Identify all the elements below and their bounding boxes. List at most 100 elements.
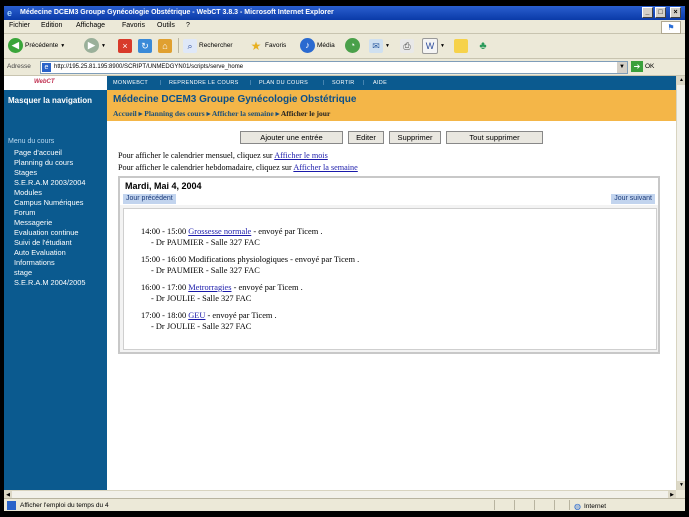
delete-all-button[interactable]: Tout supprimer [446,131,543,144]
zone-label: Internet [583,503,607,510]
vertical-scrollbar[interactable]: ▲ ▼ [676,76,685,490]
browser-window: e Médecine DCEM3 Groupe Gynécologie Obst… [4,6,685,511]
event-title-link[interactable]: GEU [188,311,205,320]
nav-monwebct[interactable]: MONWEBCT [113,80,148,86]
event-detail: - Dr JOULIE - Salle 327 FAC [151,294,252,303]
breadcrumb-semaine[interactable]: Afficher la semaine [212,109,274,118]
print-button[interactable]: ⎙ [400,37,414,54]
menu-affichage[interactable]: Affichage [76,22,105,29]
sidebar-item-informations[interactable]: Informations [14,258,55,267]
search-button[interactable]: ⌕ Rechercher [183,37,233,54]
menu-edition[interactable]: Edition [41,22,62,29]
sidebar-item-suivi[interactable]: Suivi de l'étudiant [14,238,72,247]
ie-logo-icon: e [7,8,13,18]
edit-button[interactable]: Editer [348,131,384,144]
window-controls: _ □ × [642,7,681,18]
discuss-button[interactable] [454,37,468,54]
sidebar-item-planning[interactable]: Planning du cours [14,158,73,167]
menu-outils[interactable]: Outils [157,22,175,29]
forward-dropdown-icon: ▼ [101,42,106,49]
event-sender: - envoyé par Ticem . [251,227,323,236]
add-entry-button[interactable]: Ajouter une entrée [240,131,343,144]
sidebar-item-modules[interactable]: Modules [14,188,42,197]
month-view-text: Pour afficher le calendrier mensuel, cli… [118,151,275,160]
messenger-button[interactable]: ♣ [476,37,490,54]
nav-reprendre[interactable]: REPRENDRE LE COURS [169,80,239,86]
go-arrow-icon: ➔ [631,61,643,72]
sidebar-item-forum[interactable]: Forum [14,208,35,217]
sidebar-item-seram-2004[interactable]: S.E.R.A.M 2004/2005 [14,278,86,287]
sidebar-item-stage[interactable]: stage [14,268,32,277]
nav-separator: | [160,80,162,86]
course-title: Médecine DCEM3 Groupe Gynécologie Obstét… [113,94,357,105]
delete-button[interactable]: Supprimer [389,131,441,144]
forward-button[interactable]: ▶ ▼ [84,37,106,54]
sidebar-item-evaluation[interactable]: Evaluation continue [14,228,79,237]
mail-button[interactable]: ✉ ▼ [369,37,390,54]
sidebar-item-messagerie[interactable]: Messagerie [14,218,52,227]
favorites-star-icon: ★ [250,38,262,53]
menu-favoris[interactable]: Favoris [122,22,145,29]
sidebar-item-home[interactable]: Page d'accueil [14,148,62,157]
refresh-button[interactable]: ↻ [138,37,152,54]
minimize-button[interactable]: _ [642,7,653,18]
go-button[interactable]: ➔ OK [631,61,654,72]
mail-dropdown-icon: ▼ [385,42,390,49]
breadcrumb-current: Afficher le jour [280,109,331,118]
nav-separator: | [363,80,365,86]
previous-day-button[interactable]: Jour précédent [123,194,176,204]
next-day-button[interactable]: Jour suivant [611,194,655,204]
stop-button[interactable]: × [118,37,132,54]
event-detail: - Dr PAUMIER - Salle 327 FAC [151,238,260,247]
close-button[interactable]: × [670,7,681,18]
history-icon: ◔ [345,38,360,53]
home-button[interactable]: ⌂ [158,37,172,54]
menu-fichier[interactable]: Fichier [9,22,30,29]
history-button[interactable]: ◔ [345,37,360,54]
top-navigation: MONWEBCT | REPRENDRE LE COURS | PLAN DU … [107,76,676,90]
home-icon: ⌂ [158,38,172,53]
windows-logo-icon: ⚑ [661,21,681,34]
favorites-button[interactable]: ★ Favoris [249,37,287,54]
show-month-link[interactable]: Afficher le mois [274,151,328,160]
sidebar-item-auto-evaluation[interactable]: Auto Evaluation [14,248,66,257]
address-url: http://195.25.81.195:8900/SCRIPT/UNMEDGY… [54,64,244,70]
hide-navigation-link[interactable]: Masquer la navigation [8,96,98,106]
messenger-icon: ♣ [479,39,487,52]
event-title: Modifications physiologiques [188,255,289,264]
nav-sortir[interactable]: SORTIR [332,80,354,86]
webct-logo: WebCT [4,76,107,90]
breadcrumb-planning[interactable]: Planning des cours [144,109,204,118]
sidebar-item-seram-2003[interactable]: S.E.R.A.M 2003/2004 [14,178,86,187]
address-input[interactable]: e http://195.25.81.195:8900/SCRIPT/UNMED… [40,61,628,74]
event-detail: - Dr JOULIE - Salle 327 FAC [151,322,252,331]
events-list: 14:00 - 15:00 Grossesse normale - envoyé… [123,208,657,350]
back-button[interactable]: ◀ Précédente ▼ [8,37,65,54]
maximize-button[interactable]: □ [655,7,666,18]
event-title-link[interactable]: Metrorragies [188,283,231,292]
page-content: WebCT Masquer la navigation Menu du cour… [4,76,676,490]
security-zone: ◍ Internet [574,502,606,511]
event-title-link[interactable]: Grossesse normale [188,227,251,236]
scroll-up-icon[interactable]: ▲ [677,76,685,85]
window-title: Médecine DCEM3 Groupe Gynécologie Obstét… [20,9,334,16]
search-icon: ⌕ [183,38,197,53]
nav-separator: | [323,80,325,86]
breadcrumb-accueil[interactable]: Accueil [113,109,137,118]
sidebar-item-stages[interactable]: Stages [14,168,37,177]
day-calendar: Mardi, Mai 4, 2004 Jour précédent Jour s… [118,176,660,354]
nav-plan-du-cours[interactable]: PLAN DU COURS [259,80,308,86]
favorites-label: Favoris [265,42,287,49]
edit-page-button[interactable]: W ▼ [422,37,445,54]
address-dropdown-icon[interactable]: ▼ [617,62,627,73]
media-button[interactable]: ♪ Média [300,37,335,54]
menu-help[interactable]: ? [186,22,190,29]
event-time: 14:00 - 15:00 [141,227,189,236]
nav-aide[interactable]: AIDE [373,80,387,86]
scroll-down-icon[interactable]: ▼ [677,481,685,490]
globe-icon: ◍ [574,502,581,511]
back-dropdown-icon: ▼ [60,42,66,49]
event-line: 17:00 - 18:00 GEU - envoyé par Ticem . [141,311,277,320]
show-week-link[interactable]: Afficher la semaine [293,163,357,172]
sidebar-item-campus[interactable]: Campus Numériques [14,198,83,207]
